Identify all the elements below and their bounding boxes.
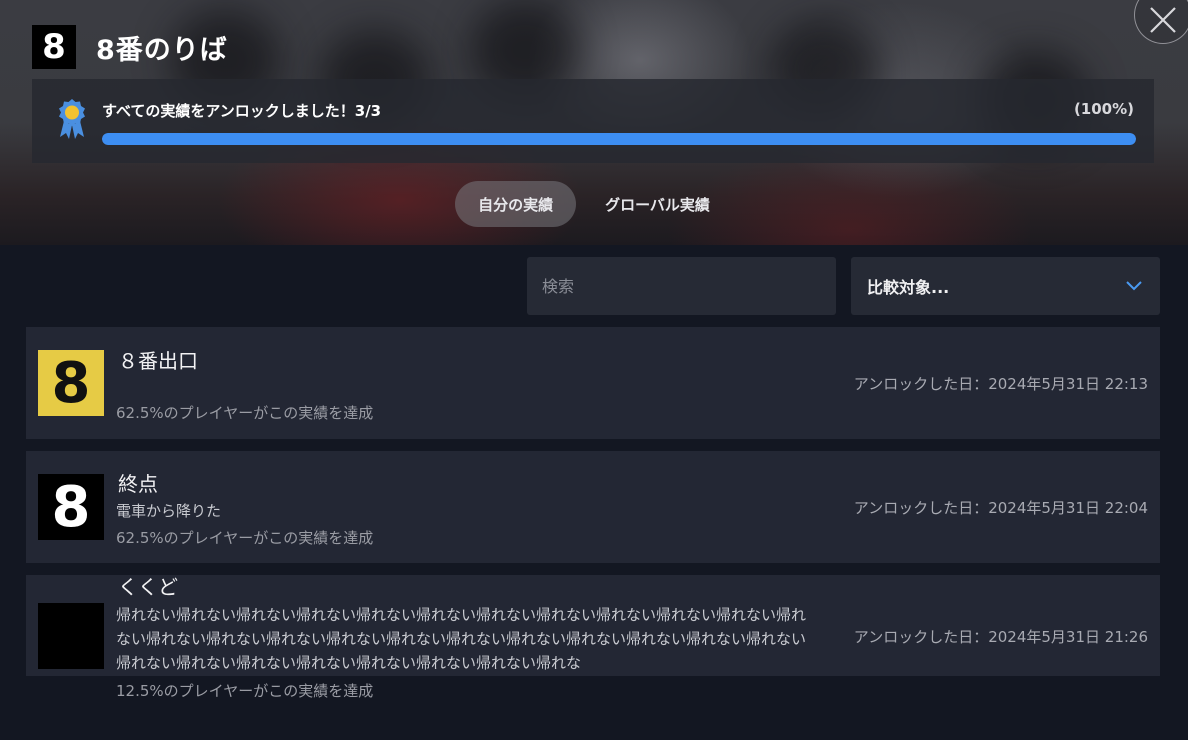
achievement-tabs: 自分の実績 グローバル実績 — [0, 181, 1188, 227]
search-input[interactable] — [542, 276, 821, 296]
progress-percent: (100%) — [1073, 100, 1134, 118]
search-field — [527, 257, 836, 315]
progress-text: すべての実績をアンロックしました！3/3 — [102, 102, 382, 120]
award-badge-icon — [59, 99, 85, 139]
progress-bar — [102, 133, 1136, 145]
game-logo: 8 — [32, 25, 76, 69]
achievement-unlock-date: アンロックした日：2024年5月31日 21:26 — [853, 628, 1148, 646]
achievement-unlock-date: アンロックした日：2024年5月31日 22:04 — [853, 499, 1148, 517]
achievement-description: 電車から降りた — [116, 502, 222, 520]
achievement-rarity: 62.5%のプレイヤーがこの実績を達成 — [116, 529, 374, 547]
tab-global-achievements[interactable]: グローバル実績 — [582, 181, 733, 227]
achievement-row[interactable]: くくど 帰れない帰れない帰れない帰れない帰れない帰れない帰れない帰れない帰れない… — [26, 575, 1160, 700]
tab-my-achievements[interactable]: 自分の実績 — [455, 181, 577, 227]
achievement-progress-panel: すべての実績をアンロックしました！3/3 (100%) — [32, 79, 1154, 163]
progress-bar-fill — [102, 133, 1136, 145]
close-icon — [1150, 7, 1176, 33]
chevron-down-icon — [1126, 281, 1142, 291]
achievement-icon: 8 — [38, 350, 104, 416]
achievement-icon: 8 — [38, 474, 104, 540]
achievement-unlock-date: アンロックした日：2024年5月31日 22:13 — [853, 375, 1148, 393]
achievement-row[interactable]: 8 終点 電車から降りた 62.5%のプレイヤーがこの実績を達成 アンロックした… — [26, 451, 1160, 563]
achievement-description: 帰れない帰れない帰れない帰れない帰れない帰れない帰れない帰れない帰れない帰れない… — [116, 606, 807, 672]
compare-dropdown-label: 比較対象... — [867, 278, 950, 297]
achievement-title: くくど — [118, 575, 178, 599]
achievement-title: 終点 — [118, 472, 158, 496]
achievement-rarity: 12.5%のプレイヤーがこの実績を達成 — [116, 682, 374, 700]
compare-dropdown[interactable]: 比較対象... — [851, 257, 1160, 315]
achievement-row[interactable]: 8 ８番出口 62.5%のプレイヤーがこの実績を達成 アンロックした日：2024… — [26, 327, 1160, 439]
achievement-title: ８番出口 — [118, 349, 198, 373]
game-title: 8番のりば — [96, 35, 228, 66]
achievement-icon — [38, 603, 104, 669]
achievement-rarity: 62.5%のプレイヤーがこの実績を達成 — [116, 404, 374, 422]
